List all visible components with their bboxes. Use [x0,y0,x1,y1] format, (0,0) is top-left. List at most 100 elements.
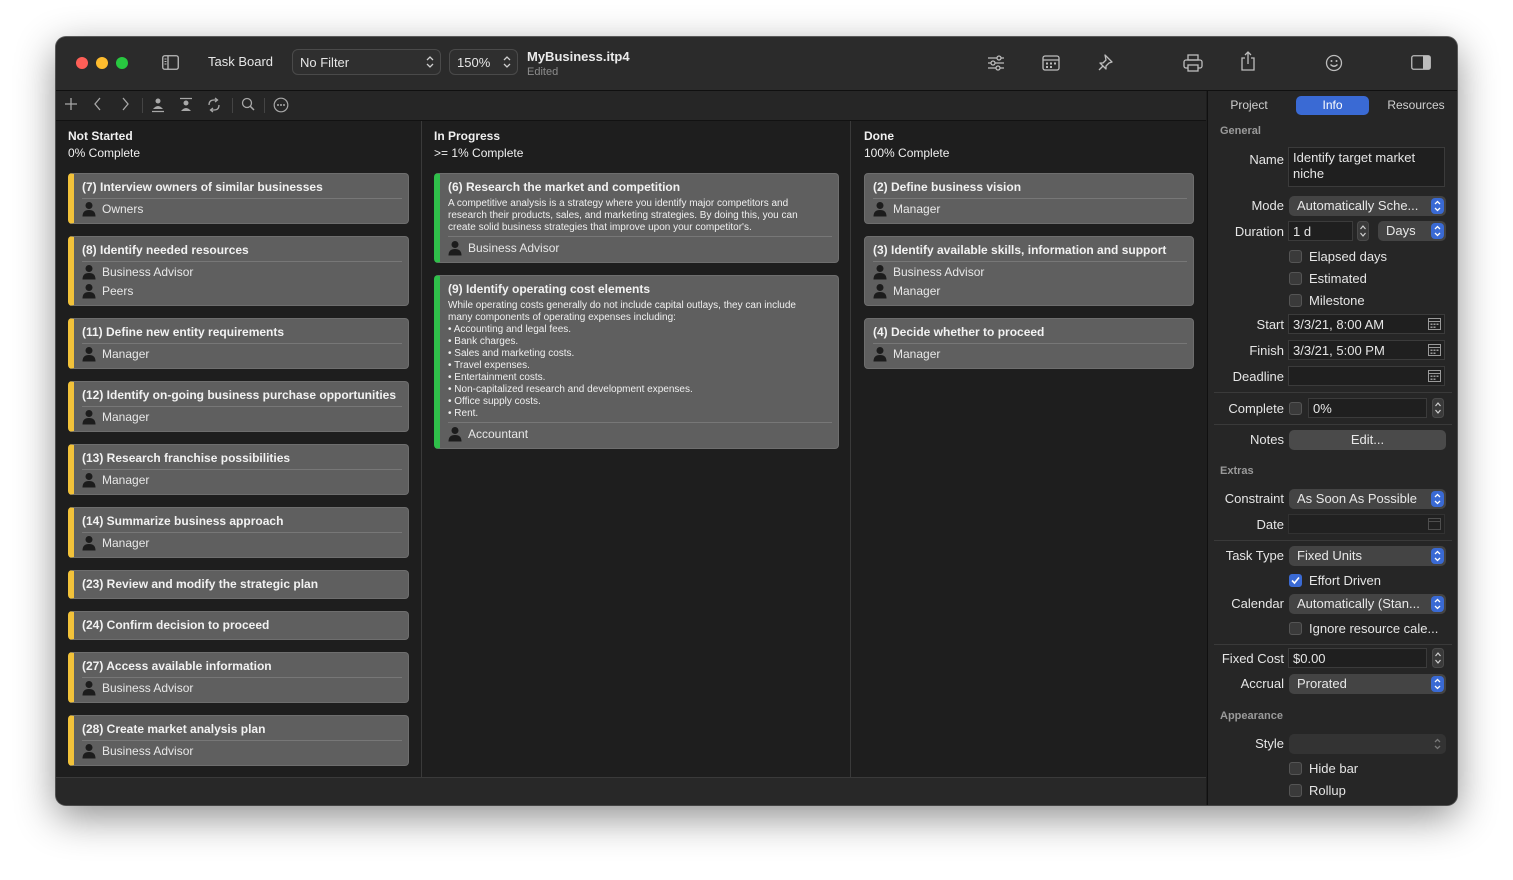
task-card[interactable]: (14) Summarize business approach Manager [68,507,409,558]
mode-popup[interactable]: Automatically Sche... [1289,196,1446,216]
link-tasks-icon[interactable] [206,97,222,118]
calendar-picker-icon[interactable] [1428,344,1441,356]
accrual-popup[interactable]: Prorated [1289,674,1446,694]
task-card[interactable]: (12) Identify on-going business purchase… [68,381,409,432]
person-icon [82,347,96,362]
duration-stepper[interactable] [1357,221,1369,241]
mode-value: Automatically Sche... [1297,198,1419,213]
complete-checkbox[interactable] [1289,402,1302,415]
rollup-checkbox[interactable] [1289,784,1302,797]
inspector-divider [1214,540,1452,541]
smiley-icon[interactable] [1325,54,1343,77]
elapsed-days-label: Elapsed days [1309,249,1388,264]
fixed-cost-value: $0.00 [1293,651,1326,666]
task-card[interactable]: (28) Create market analysis plan Busines… [68,715,409,766]
elapsed-days-checkbox[interactable] [1289,250,1302,263]
name-field[interactable]: Identify target market niche [1288,147,1445,187]
task-type-popup[interactable]: Fixed Units [1289,546,1446,566]
zoom-popup[interactable]: 150% [449,49,518,75]
percent-complete-stepper[interactable] [1432,398,1444,418]
section-appearance: Appearance [1220,710,1283,722]
calendar-picker-icon[interactable] [1428,370,1441,382]
duration-label: Duration [1234,224,1284,239]
filter-popup[interactable]: No Filter [292,49,441,75]
task-card-title: (24) Confirm decision to proceed [82,618,270,632]
task-card[interactable]: (4) Decide whether to proceed Manager [864,318,1194,369]
share-icon[interactable] [1240,51,1256,76]
sliders-icon[interactable] [987,55,1005,76]
outdent-person-icon[interactable] [151,97,165,118]
task-card[interactable]: (13) Research franchise possibilities Ma… [68,444,409,495]
hide-bar-checkbox[interactable] [1289,762,1302,775]
person-icon [82,410,96,425]
accrual-label: Accrual [1240,676,1284,691]
close-window-button[interactable] [76,57,88,69]
task-card[interactable]: (11) Define new entity requirements Mana… [68,318,409,369]
person-icon [873,265,887,280]
milestone-checkbox[interactable] [1289,294,1302,307]
task-type-value: Fixed Units [1297,548,1363,563]
tab-resources[interactable]: Resources [1380,96,1452,115]
calendar-popup[interactable]: Automatically (Stan... [1289,594,1446,614]
view-name-label: Task Board [208,54,274,69]
resource-name: Manager [102,536,150,550]
task-card[interactable]: (8) Identify needed resources Business A… [68,236,409,306]
person-icon [873,284,887,299]
finish-label: Finish [1249,343,1284,358]
edit-notes-button[interactable]: Edit... [1289,430,1446,450]
document-status: Edited [527,66,559,78]
task-card[interactable]: (7) Interview owners of similar business… [68,173,409,224]
resource-name: Manager [102,347,150,361]
fixed-cost-field[interactable]: $0.00 [1288,648,1427,668]
task-card[interactable]: (23) Review and modify the strategic pla… [68,570,409,599]
deadline-field[interactable] [1288,366,1445,386]
indent-person-icon[interactable] [179,97,193,118]
person-icon [448,427,462,442]
search-icon[interactable] [241,97,255,116]
duration-unit-popup[interactable]: Days [1378,221,1446,241]
sidebar-toggle-icon[interactable] [162,55,179,75]
finish-date-field[interactable]: 3/3/21, 5:00 PM [1288,340,1445,360]
fixed-cost-stepper[interactable] [1432,648,1444,668]
task-card[interactable]: (2) Define business vision Manager [864,173,1194,224]
task-card[interactable]: (9) Identify operating cost elements Whi… [434,275,839,449]
chevron-right-icon[interactable] [120,97,130,116]
duration-field[interactable]: 1 d [1288,221,1353,241]
chevron-left-icon[interactable] [93,97,103,116]
chevron-updown-icon [1431,198,1444,214]
estimated-checkbox[interactable] [1289,272,1302,285]
tab-project[interactable]: Project [1216,96,1282,115]
constraint-popup[interactable]: As Soon As Possible [1289,489,1446,509]
zoom-window-button[interactable] [116,57,128,69]
effort-driven-checkbox[interactable] [1289,574,1302,587]
task-card[interactable]: (24) Confirm decision to proceed [68,611,409,640]
duration-unit-value: Days [1386,223,1416,238]
print-icon[interactable] [1183,54,1203,77]
more-options-icon[interactable] [273,97,289,118]
ignore-resource-calendar-checkbox[interactable] [1289,622,1302,635]
tab-info[interactable]: Info [1296,96,1369,115]
start-date-field[interactable]: 3/3/21, 8:00 AM [1288,314,1445,334]
person-icon [873,202,887,217]
task-card[interactable]: (3) Identify available skills, informati… [864,236,1194,306]
pin-icon[interactable] [1098,53,1116,78]
task-card-title: (13) Research franchise possibilities [82,451,291,465]
calendar-picker-icon[interactable] [1428,318,1441,330]
status-bar [56,777,1206,805]
add-icon[interactable] [64,97,78,116]
checkmark-icon [1291,576,1300,585]
task-card-title: (8) Identify needed resources [82,243,249,257]
inspector-toggle-icon[interactable] [1411,55,1431,75]
minimize-window-button[interactable] [96,57,108,69]
calendar-icon[interactable] [1042,55,1060,76]
resource-name: Peers [102,284,134,298]
style-label: Style [1255,736,1284,751]
estimated-label: Estimated [1309,271,1367,286]
task-card[interactable]: (6) Research the market and competition … [434,173,839,263]
card-divider [873,261,1187,262]
resource-name: Manager [893,202,941,216]
task-card[interactable]: (27) Access available information Busine… [68,652,409,703]
notes-line: • Sales and marketing costs. [448,348,575,359]
percent-complete-field[interactable]: 0% [1308,398,1427,418]
task-card-title: (14) Summarize business approach [82,514,284,528]
